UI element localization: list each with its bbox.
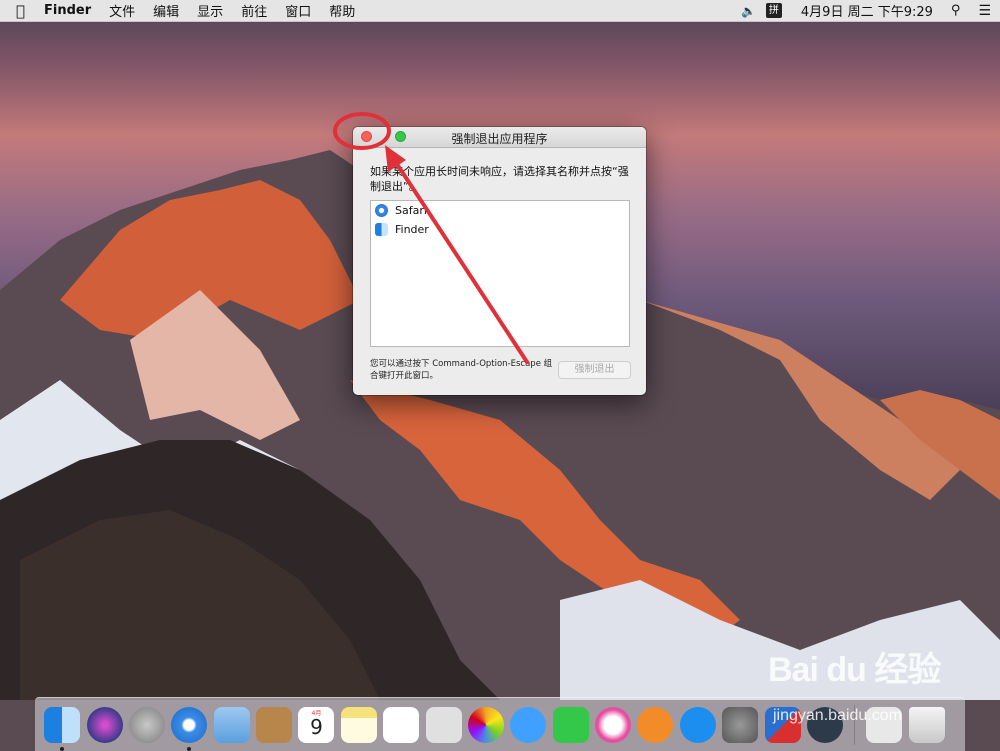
menu-app-name[interactable]: Finder bbox=[35, 3, 100, 18]
dock-finder-icon[interactable] bbox=[44, 706, 81, 751]
dock-trash-icon[interactable] bbox=[908, 706, 945, 743]
menu-file[interactable]: 文件 bbox=[100, 1, 144, 20]
volume-icon[interactable]: 🔈 bbox=[741, 4, 756, 18]
clock[interactable]: 4月9日 周二 下午9:29 bbox=[792, 1, 942, 20]
dock-siri-icon[interactable] bbox=[86, 706, 123, 743]
dock-messages-icon[interactable] bbox=[510, 706, 547, 743]
app-name: Finder bbox=[395, 223, 429, 236]
apple-icon[interactable]:  bbox=[0, 2, 35, 20]
force-quit-dialog: 强制退出应用程序 如果某个应用长时间未响应，请选择其名称并点按“强制退出”。 S… bbox=[353, 127, 646, 395]
app-list[interactable]: Safari Finder bbox=[370, 200, 630, 347]
force-quit-button[interactable]: 强制退出 bbox=[558, 361, 631, 379]
dock-mail-icon[interactable] bbox=[213, 706, 250, 743]
spotlight-search-icon[interactable]: ⚲ bbox=[942, 3, 970, 18]
instruction-text: 如果某个应用长时间未响应，请选择其名称并点按“强制退出”。 bbox=[370, 165, 629, 193]
dialog-titlebar[interactable]: 强制退出应用程序 bbox=[353, 127, 646, 148]
dock-photo-booth-icon[interactable] bbox=[425, 706, 462, 743]
dock-notes-icon[interactable] bbox=[340, 706, 377, 743]
list-item-finder[interactable]: Finder bbox=[371, 220, 629, 239]
finder-icon bbox=[375, 223, 388, 236]
dock-contacts-icon[interactable] bbox=[256, 706, 293, 743]
safari-icon bbox=[375, 204, 388, 217]
dock-ibooks-icon[interactable] bbox=[637, 706, 674, 743]
input-method-icon[interactable]: 拼 bbox=[765, 3, 782, 18]
dock-app-store-icon[interactable] bbox=[679, 706, 716, 743]
menu-help[interactable]: 帮助 bbox=[320, 1, 364, 20]
calendar-day: 9 bbox=[310, 714, 323, 739]
menu-edit[interactable]: 编辑 bbox=[144, 1, 188, 20]
running-indicator bbox=[187, 746, 192, 751]
app-name: Safari bbox=[395, 204, 427, 217]
dock-calendar-icon[interactable]: 4月 9 bbox=[298, 706, 335, 743]
menu-window[interactable]: 窗口 bbox=[276, 1, 320, 20]
dock-launchpad-icon[interactable] bbox=[128, 706, 165, 743]
menu-extras: 🔈 拼 4月9日 周二 下午9:29 ⚲ ☰ bbox=[741, 1, 1000, 21]
list-item-safari[interactable]: Safari bbox=[371, 201, 629, 220]
shortcut-hint: 您可以通过按下 Command-Option-Escape 组合键打开此窗口。 bbox=[370, 359, 553, 381]
notification-center-icon[interactable]: ☰ bbox=[969, 3, 1000, 19]
dock-reminders-icon[interactable] bbox=[383, 706, 420, 743]
menu-go[interactable]: 前往 bbox=[232, 1, 276, 20]
menu-view[interactable]: 显示 bbox=[188, 1, 232, 20]
baidu-watermark: Bai du 经验 bbox=[768, 651, 941, 689]
watermark-url: jingyan.baidu.com bbox=[773, 707, 902, 724]
dock-facetime-icon[interactable] bbox=[552, 706, 589, 743]
dock-photos-icon[interactable] bbox=[467, 706, 504, 743]
dock-itunes-icon[interactable] bbox=[595, 706, 632, 743]
menu-bar:  Finder 文件 编辑 显示 前往 窗口 帮助 🔈 拼 4月9日 周二 下… bbox=[0, 0, 1000, 22]
dock-safari-icon[interactable] bbox=[171, 706, 208, 751]
dock-system-preferences-icon[interactable] bbox=[722, 706, 759, 743]
running-indicator bbox=[60, 746, 65, 751]
dialog-title: 强制退出应用程序 bbox=[451, 132, 548, 146]
